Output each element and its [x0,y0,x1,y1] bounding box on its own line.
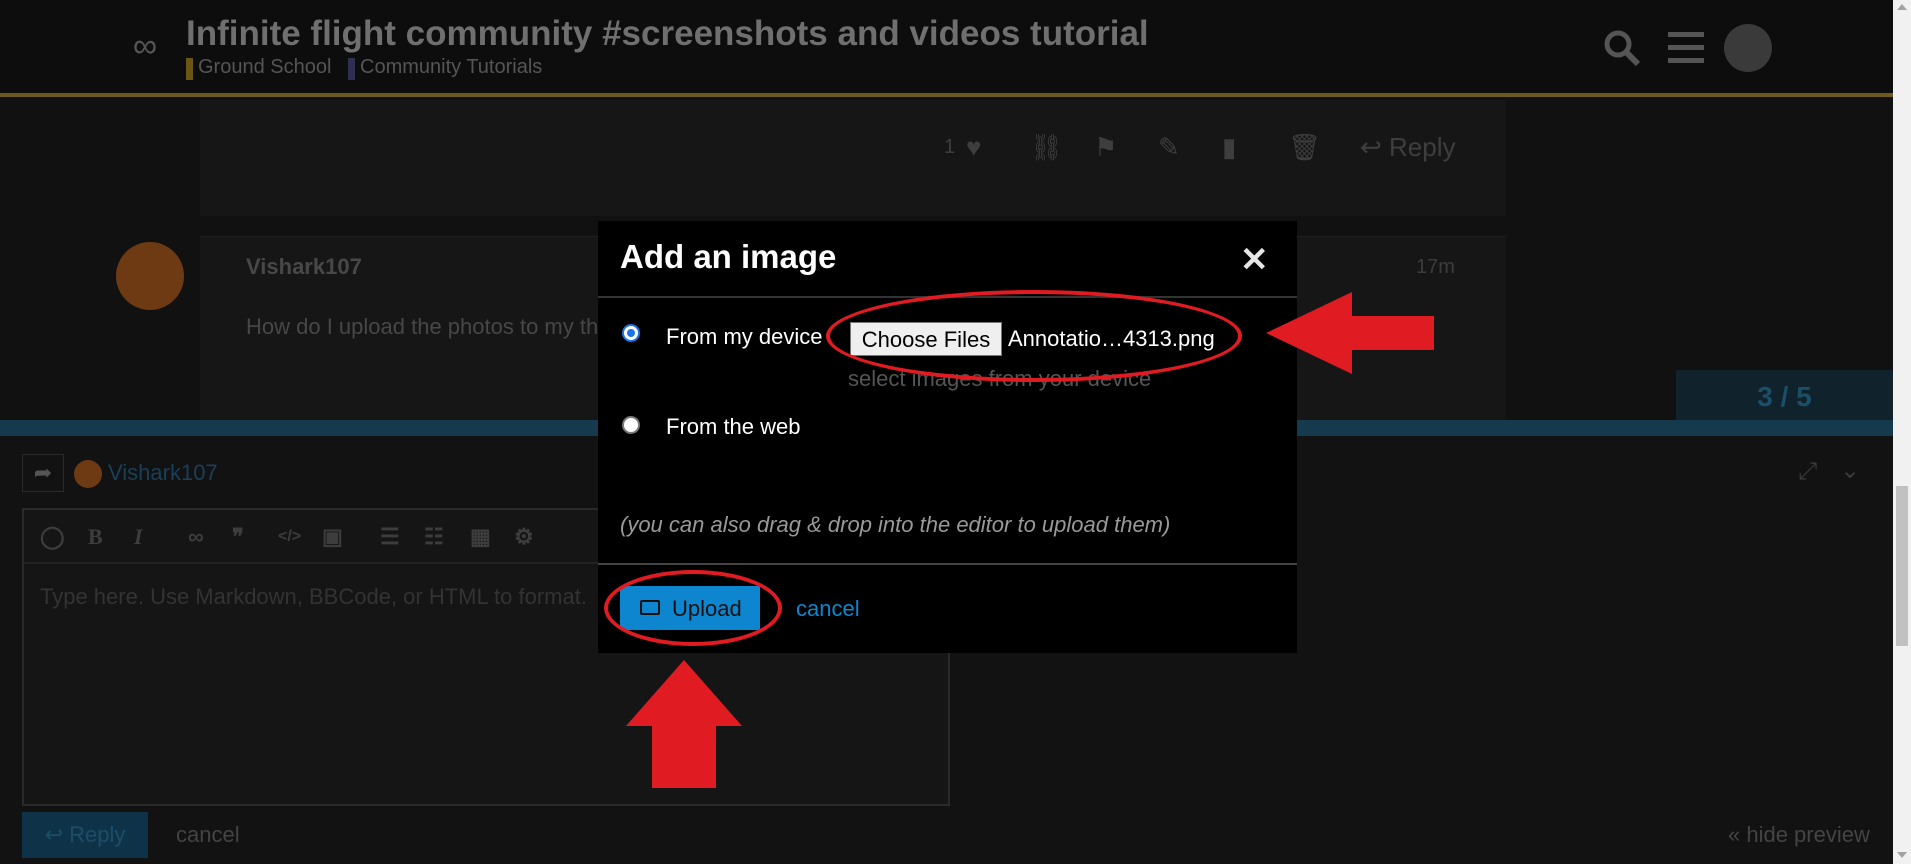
search-icon[interactable] [1602,28,1642,68]
chevron-down-icon[interactable]: ⌄ [1840,456,1860,485]
calendar-icon[interactable]: ▦ [470,524,491,550]
link-icon[interactable]: ⛓ [1030,132,1063,163]
hide-preview-link[interactable]: « hide preview [1728,822,1870,848]
bullet-list-icon[interactable]: ☰ [380,524,400,550]
annotation-arrow-up [626,660,742,788]
annotation-arrow-left [1266,292,1434,374]
bookmark-icon[interactable]: ▮ [1222,132,1236,163]
blockquote-icon[interactable]: ❞ [232,524,244,550]
topic-progress[interactable]: 3 / 5 [1676,370,1893,424]
post-time: 17m [1416,256,1455,278]
from-web-label[interactable]: From the web [666,414,801,440]
pencil-icon[interactable]: ✎ [1158,132,1180,163]
italic-icon[interactable]: I [134,524,143,550]
scroll-up-arrow-icon[interactable] [1897,4,1907,10]
annotation-ellipse-upload [604,570,782,646]
site-logo[interactable]: ∞ [118,28,172,64]
topic-title[interactable]: Infinite flight community #screenshots a… [186,14,1149,54]
composer-username[interactable]: Vishark107 [108,460,218,486]
user-avatar[interactable] [1724,24,1772,72]
post-reply-button[interactable]: ↩ Reply [1360,132,1456,163]
editor-placeholder: Type here. Use Markdown, BBCode, or HTML… [40,584,587,609]
image-icon[interactable]: ▣ [322,524,343,550]
modal-footer-divider [598,563,1297,565]
modal-title: Add an image [620,238,837,275]
code-icon[interactable]: </> [278,528,301,546]
bold-icon[interactable]: B [88,524,103,550]
modal-cancel-link[interactable]: cancel [796,596,860,622]
scroll-down-arrow-icon[interactable] [1897,852,1907,858]
composer-avatar [74,460,102,488]
gear-icon[interactable]: ⚙ [514,524,534,550]
breadcrumb-ground-school[interactable]: Ground School [186,56,331,80]
from-device-label[interactable]: From my device [666,324,822,350]
annotation-ellipse-file [826,290,1242,382]
composer-reply-button[interactable]: ↩ Reply [22,812,148,858]
composer-cancel-link[interactable]: cancel [176,822,240,848]
post-body: How do I upload the photos to my th [246,314,599,339]
flag-icon[interactable]: ⚑ [1094,132,1117,163]
heart-icon[interactable]: ♥ [966,132,981,163]
post-avatar[interactable] [116,242,184,310]
like-count: 1 [944,136,956,158]
trash-icon[interactable]: 🗑 [1288,132,1321,163]
reply-type-button[interactable]: ➦ [22,454,64,492]
hamburger-menu-icon[interactable] [1668,32,1704,64]
numbered-list-icon[interactable]: ☷ [424,524,444,550]
expand-icon[interactable]: ⤢ [1798,458,1817,486]
page-scrollbar[interactable] [1893,0,1911,864]
from-web-radio[interactable] [622,416,640,434]
from-device-radio[interactable] [622,324,640,342]
quote-bubble-icon[interactable]: ◯ [40,524,65,550]
drag-drop-hint: (you can also drag & drop into the edito… [620,512,1171,537]
composer-reply-label: Reply [69,822,126,847]
breadcrumb-community-tutorials[interactable]: Community Tutorials [348,56,542,80]
scrollbar-thumb[interactable] [1896,486,1908,646]
post-reply-label: Reply [1389,132,1456,162]
link-icon[interactable]: ∞ [188,524,204,550]
post-username[interactable]: Vishark107 [246,254,362,280]
close-icon[interactable]: ✕ [1240,240,1269,280]
